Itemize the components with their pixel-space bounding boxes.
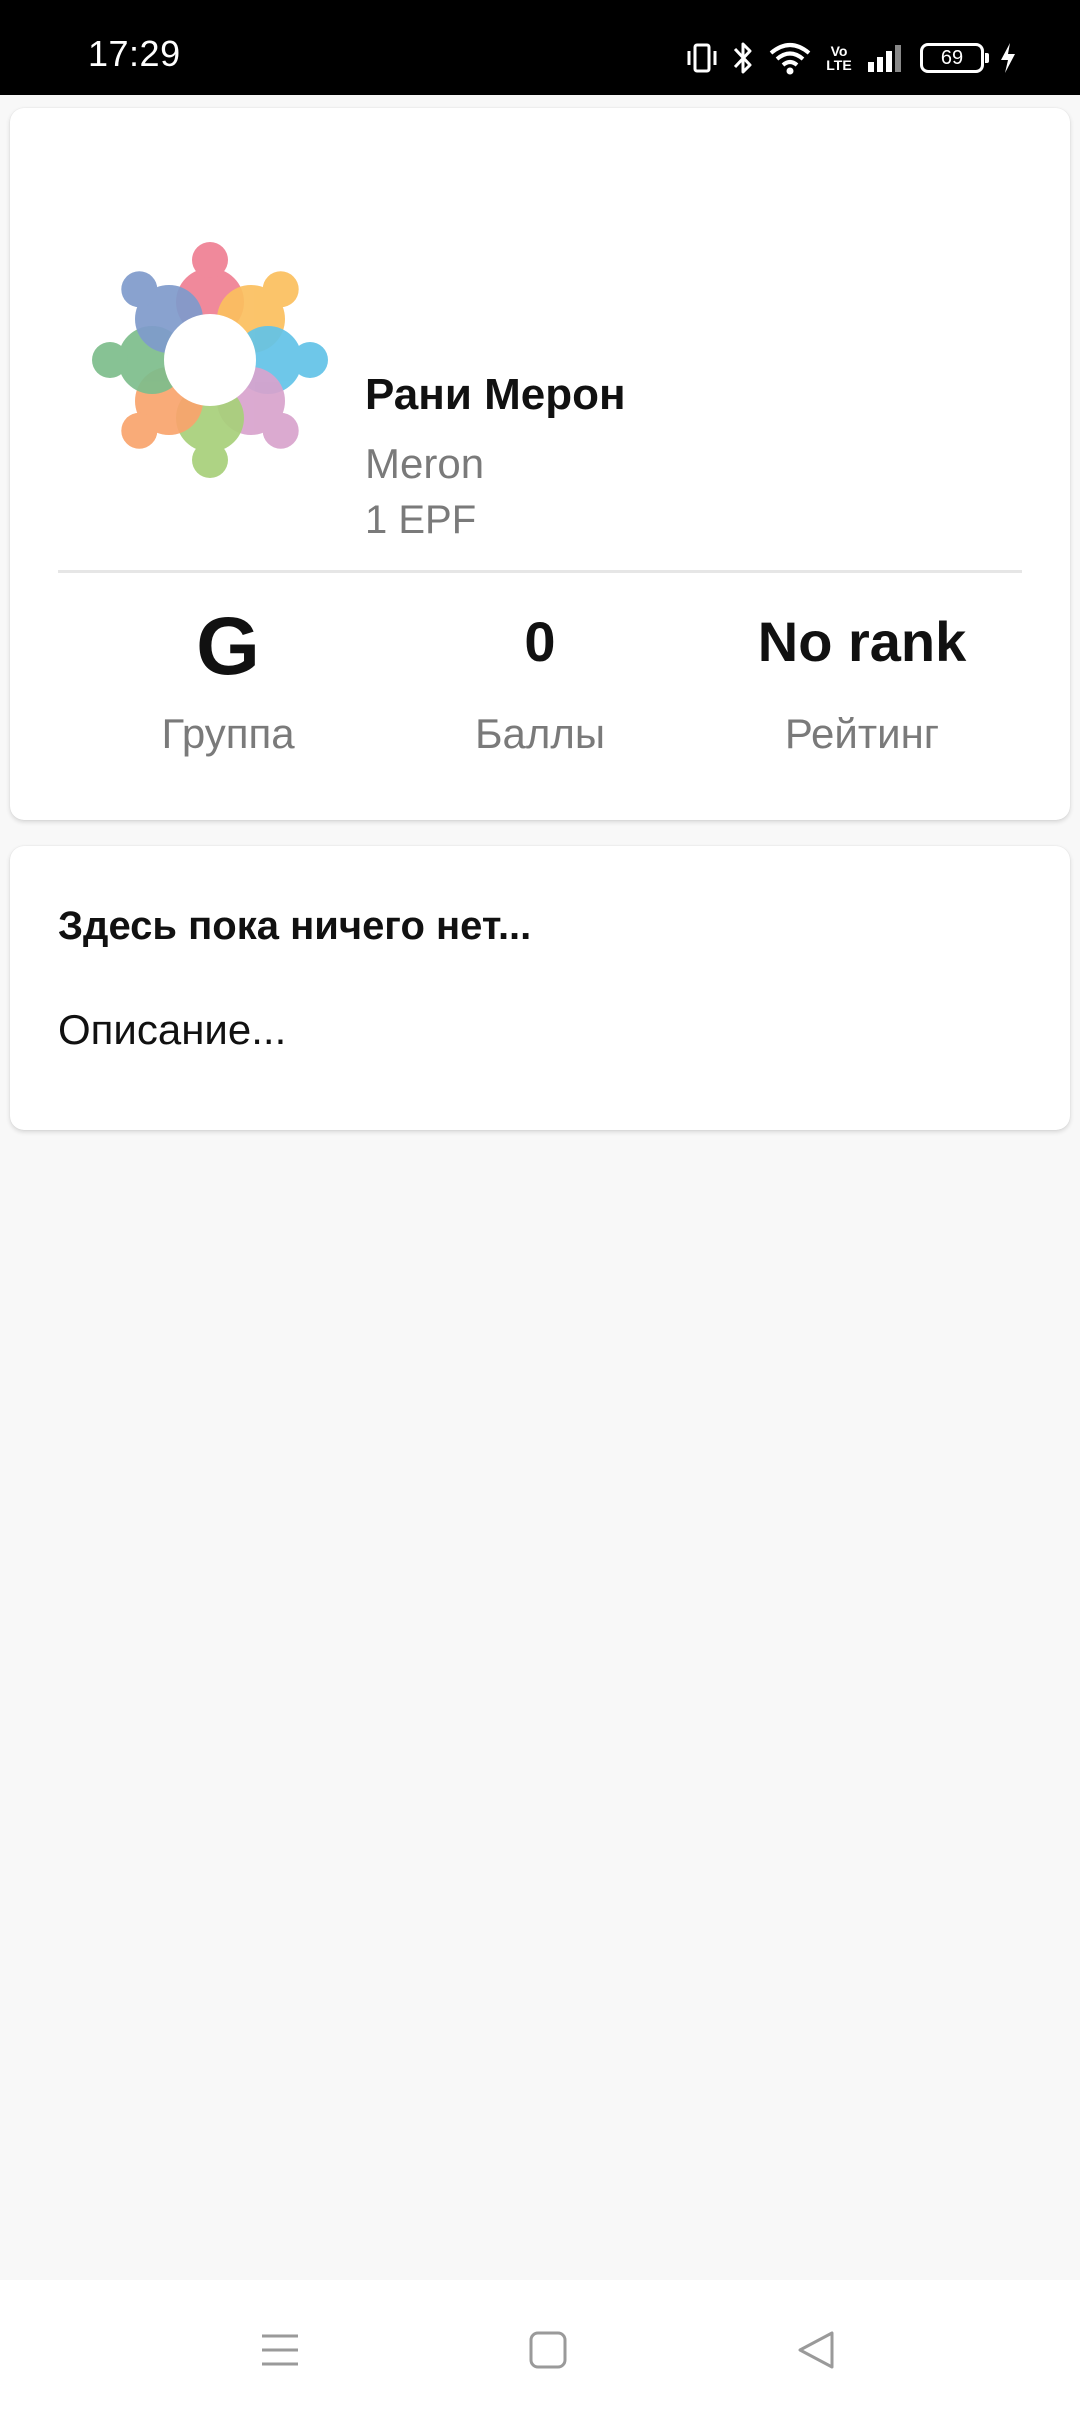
info-description: Описание... xyxy=(58,1006,287,1053)
volte-icon: Vo LTE xyxy=(826,43,852,73)
stat-group-label: Группа xyxy=(161,710,295,757)
community-people-circle-icon xyxy=(90,240,330,480)
bluetooth-icon xyxy=(732,40,754,76)
battery-level: 69 xyxy=(940,46,964,69)
stat-rank: No rank Рейтинг xyxy=(702,606,1022,758)
charging-icon xyxy=(998,41,1018,75)
stat-points-label: Баллы xyxy=(474,710,606,757)
divider xyxy=(58,570,1022,573)
profile-username: Meron xyxy=(365,440,485,487)
stat-points: 0 Баллы xyxy=(380,606,700,758)
info-card: Здесь пока ничего нет... Описание... xyxy=(10,846,1070,1130)
back-icon[interactable] xyxy=(786,2320,846,2380)
signal-icon xyxy=(866,42,906,74)
status-time: 17:29 xyxy=(88,33,181,74)
stat-rank-value: No rank xyxy=(757,610,967,673)
profile-name: Рани Мерон xyxy=(365,370,626,419)
battery-icon: 69 xyxy=(920,43,989,73)
status-icons: Vo LTE 69 xyxy=(686,38,1018,78)
navigation-bar xyxy=(0,2280,1080,2412)
profile-card: Рани Мерон Meron 1 EPF G Группа 0 Баллы … xyxy=(10,108,1070,820)
wifi-icon xyxy=(768,41,812,75)
menu-icon[interactable] xyxy=(250,2320,310,2380)
status-bar: 17:29 Vo LTE 69 xyxy=(0,0,1080,95)
home-icon[interactable] xyxy=(518,2320,578,2380)
stat-group: G Группа xyxy=(68,606,388,758)
vibrate-icon xyxy=(686,41,718,75)
stat-points-value: 0 xyxy=(524,610,556,673)
stat-group-value: G xyxy=(196,601,260,692)
profile-class: 1 EPF xyxy=(365,498,477,542)
stat-rank-label: Рейтинг xyxy=(784,710,940,757)
info-title: Здесь пока ничего нет... xyxy=(58,904,532,948)
